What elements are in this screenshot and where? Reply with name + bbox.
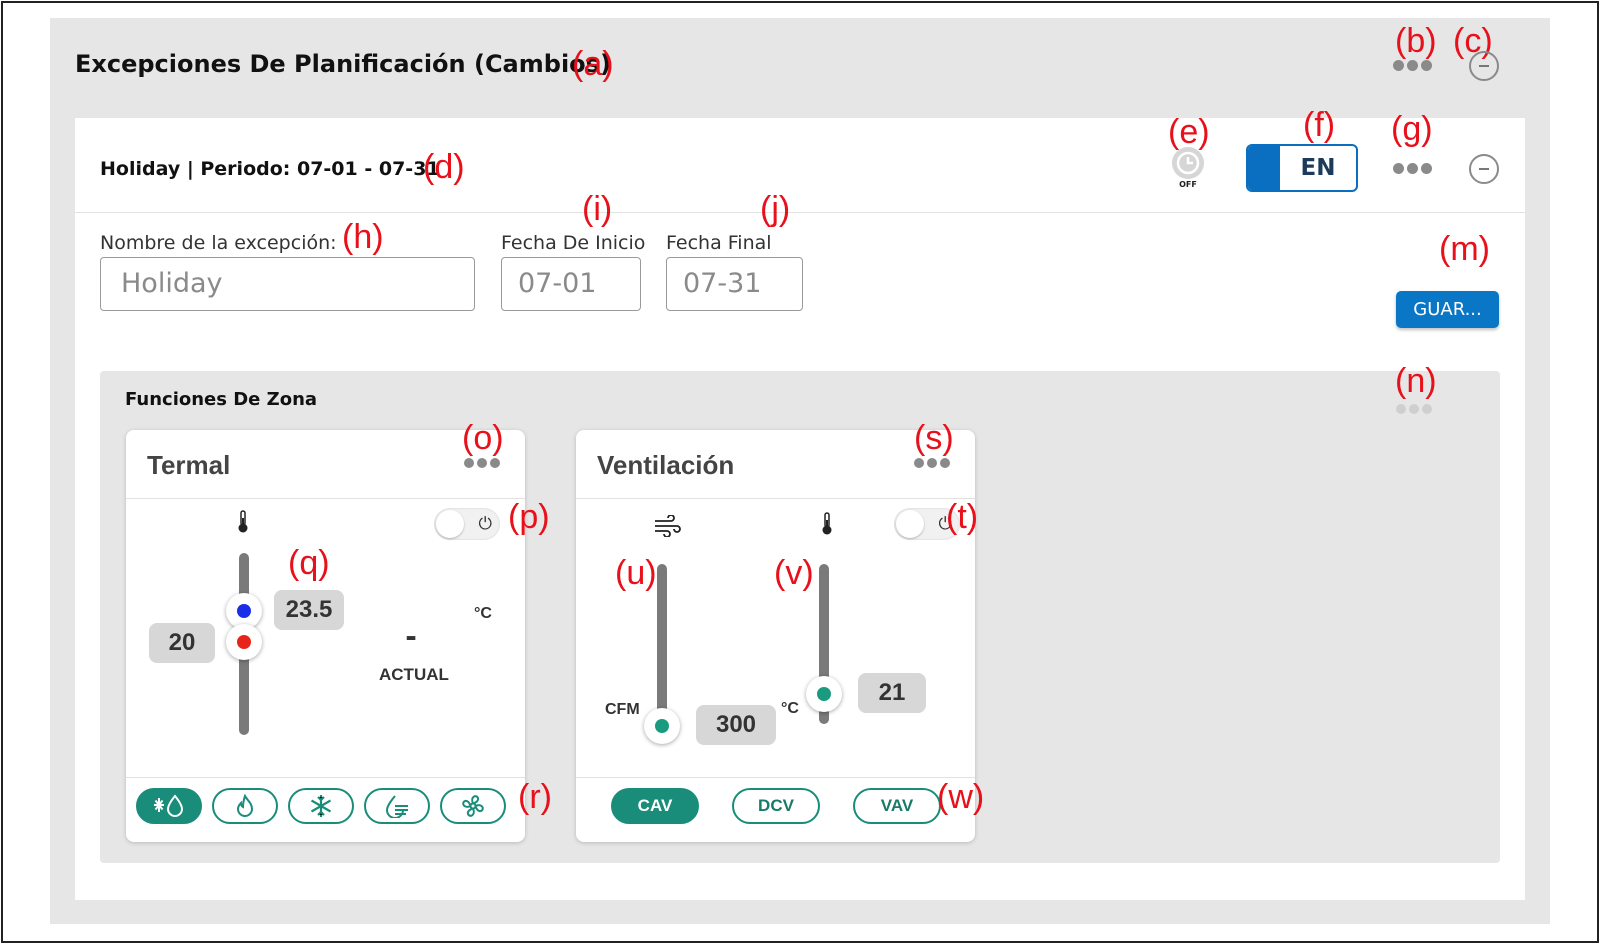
section-collapse-icon[interactable] (1469, 51, 1499, 81)
thermal-card-footer-divider (126, 777, 525, 778)
ventilation-card: Ventilación ⏻ 300 CFM 21 °C CAV DCV VAV (576, 430, 975, 842)
airflow-handle[interactable] (644, 708, 680, 744)
annotation-j: (j) (760, 190, 791, 228)
zone-functions-title: Funciones De Zona (125, 389, 318, 410)
annotation-n: (n) (1395, 362, 1437, 400)
zone-more-options-icon[interactable] (1396, 404, 1432, 414)
schedule-clock-icon[interactable]: OFF (1170, 146, 1206, 190)
annotation-a: (a) (572, 45, 614, 83)
ventilation-card-title: Ventilación (597, 450, 735, 480)
actual-label: ACTUAL (379, 665, 449, 684)
start-date-input[interactable]: 07-01 (501, 257, 641, 311)
vent-temp-unit-label: °C (781, 700, 799, 717)
fan-icon[interactable] (440, 788, 506, 824)
exception-more-options-icon[interactable] (1393, 163, 1432, 174)
airflow-value: 300 (696, 705, 776, 745)
snowflake-icon[interactable] (288, 788, 354, 824)
annotation-f: (f) (1303, 106, 1336, 144)
thermometer-icon (236, 510, 250, 538)
annotation-p: (p) (508, 498, 550, 536)
thermal-more-options-icon[interactable] (464, 458, 500, 468)
section-more-options-icon[interactable] (1393, 60, 1432, 71)
annotation-w: (w) (937, 778, 985, 816)
toggle-knob (1248, 146, 1280, 190)
dehumidify-icon[interactable] (364, 788, 430, 824)
annotation-u: (u) (615, 554, 657, 592)
vav-mode-button[interactable]: VAV (853, 788, 941, 824)
ventilation-more-options-icon[interactable] (914, 458, 950, 468)
exception-name-input[interactable]: Holiday (100, 257, 475, 311)
cool-setpoint-value: 23.5 (274, 590, 344, 630)
annotation-s: (s) (914, 419, 954, 457)
heat-setpoint-value: 20 (149, 623, 215, 663)
actual-value: - (405, 620, 417, 653)
thermometer-icon (820, 512, 834, 540)
annotation-i: (i) (582, 190, 613, 228)
dcv-mode-button[interactable]: DCV (732, 788, 820, 824)
auto-mode-icon[interactable] (136, 788, 202, 824)
airflow-unit-label: CFM (605, 701, 640, 718)
toggle-label: EN (1300, 155, 1336, 181)
annotation-t: (t) (946, 498, 979, 536)
power-toggle-knob (896, 510, 924, 538)
exception-header-divider (75, 212, 1525, 213)
exception-header: Holiday | Periodo: 07-01 - 07-31 (100, 158, 440, 180)
exception-name-label: Nombre de la excepción: (100, 232, 337, 254)
annotation-q: (q) (288, 544, 330, 582)
annotation-g: (g) (1391, 110, 1433, 148)
section-title: Excepciones De Planificación (Cambios) (75, 50, 611, 78)
exception-enable-toggle[interactable]: EN (1246, 144, 1358, 192)
power-toggle-knob (436, 510, 464, 538)
flame-icon[interactable] (212, 788, 278, 824)
annotation-v: (v) (774, 554, 814, 592)
start-date-label: Fecha De Inicio (501, 232, 646, 254)
thermal-card: Termal ⏻ 23.5 20 °C - ACTUAL (126, 430, 525, 842)
end-date-input[interactable]: 07-31 (666, 257, 803, 311)
heat-setpoint-handle[interactable] (226, 624, 262, 660)
thermal-card-title: Termal (147, 450, 231, 480)
vent-temp-handle[interactable] (806, 676, 842, 712)
annotation-o: (o) (462, 419, 504, 457)
end-date-label: Fecha Final (666, 232, 772, 254)
save-button[interactable]: GUAR... (1396, 291, 1499, 328)
annotation-r: (r) (518, 778, 552, 816)
annotation-h: (h) (342, 218, 384, 256)
ventilation-card-footer-divider (576, 777, 975, 778)
airflow-icon (653, 514, 681, 541)
thermal-mode-group (136, 788, 516, 824)
annotation-e: (e) (1168, 113, 1210, 151)
airflow-track (657, 564, 667, 730)
cav-mode-button[interactable]: CAV (611, 788, 699, 824)
annotation-b: (b) (1395, 22, 1437, 60)
thermal-power-toggle[interactable]: ⏻ (434, 508, 500, 540)
exception-collapse-icon[interactable] (1469, 154, 1499, 184)
thermal-unit-label: °C (474, 605, 492, 622)
annotation-m: (m) (1439, 230, 1490, 268)
annotation-d: (d) (423, 148, 465, 186)
power-icon: ⏻ (478, 514, 492, 534)
vent-temp-value: 21 (858, 673, 926, 713)
schedule-off-label: OFF (1179, 180, 1197, 189)
